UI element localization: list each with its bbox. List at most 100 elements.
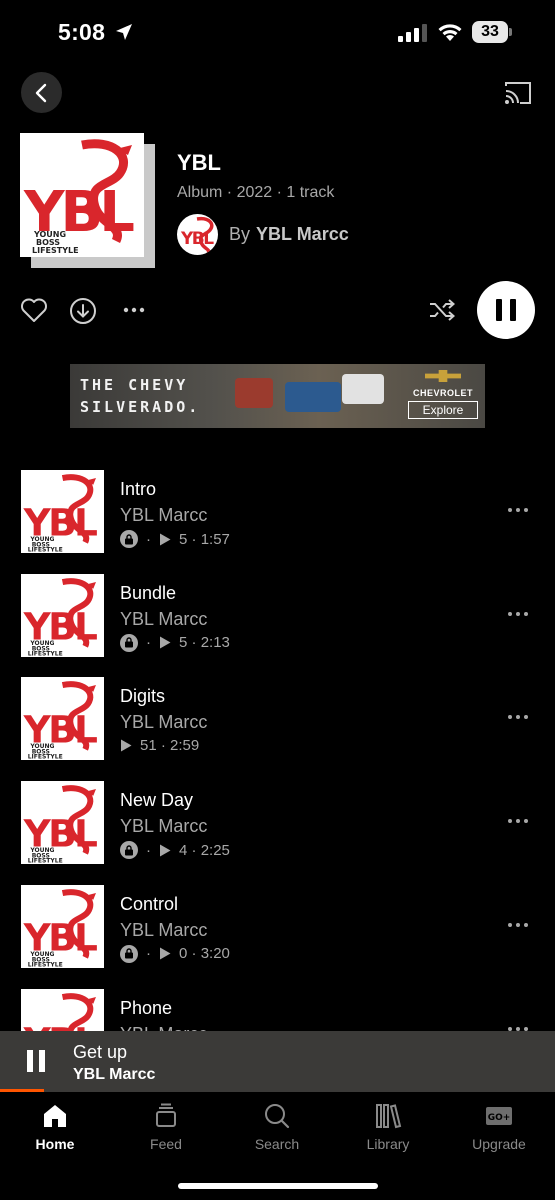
play-count: 4 <box>179 841 188 859</box>
svg-text:LIFESTYLE: LIFESTYLE <box>28 650 63 656</box>
pause-icon <box>27 1050 33 1072</box>
now-playing-title: Get up <box>73 1042 128 1062</box>
play-count: 51 <box>140 737 157 755</box>
status-bar: 5:08 33 <box>0 0 555 66</box>
artist-name: YBL Marcc <box>256 223 349 244</box>
track-meta: · 4 · 2:25 <box>120 841 230 860</box>
lock-icon <box>120 530 138 548</box>
track-duration: 2:13 <box>200 634 230 652</box>
track-title: Bundle <box>120 582 177 603</box>
tab-label: Search <box>254 1136 300 1152</box>
track-title: Digits <box>120 686 166 707</box>
more-horizontal-icon[interactable] <box>505 915 531 935</box>
meta-separator: · <box>187 945 201 963</box>
play-icon <box>160 533 171 545</box>
track-artwork: YBLYOUNGBOSSLIFESTYLE <box>21 884 104 968</box>
ad-line-2: SILVERADO. <box>80 398 201 416</box>
track-duration: 2:59 <box>170 737 200 755</box>
ad-brand: CHEVROLET Explore <box>408 370 478 419</box>
track-title: Control <box>120 893 179 914</box>
album-title: YBL <box>177 150 221 175</box>
download-icon[interactable] <box>69 297 97 325</box>
track-artist: YBL Marcc <box>120 608 208 629</box>
now-playing-artist: YBL Marcc <box>73 1066 156 1083</box>
ad-line-1: THE CHEVY <box>80 376 189 394</box>
album-cover: YBL YOUNG BOSS LIFESTYLE <box>20 133 144 257</box>
play-icon <box>121 739 132 752</box>
tab-search[interactable]: Search <box>227 1102 327 1162</box>
ad-brand-name: CHEVROLET <box>412 388 473 398</box>
track-artist: YBL Marcc <box>120 505 208 525</box>
tab-label: Home <box>35 1136 75 1152</box>
track-artist: YBL Marcc <box>120 816 208 837</box>
more-horizontal-icon[interactable] <box>505 604 531 624</box>
truck-image <box>235 378 273 408</box>
meta-separator: · <box>156 737 171 755</box>
feed-icon <box>156 1103 176 1127</box>
album-artwork[interactable]: YBL YOUNG BOSS LIFESTYLE <box>20 133 156 269</box>
play-icon <box>160 947 171 960</box>
lock-icon <box>120 944 138 963</box>
track-title: Phone <box>120 997 173 1018</box>
track-row[interactable]: YBL YOUNG BOSS LIFESTYLE Control YBL Marcc · 0 … <box>0 884 555 971</box>
track-row[interactable]: YBL YOUNG BOSS LIFESTYLE Digits YBL Marcc 51 ·… <box>0 677 555 763</box>
more-horizontal-icon[interactable] <box>505 811 531 831</box>
meta-separator: · <box>146 530 151 548</box>
library-icon <box>376 1104 402 1129</box>
meta-separator: · <box>187 634 201 652</box>
artist-avatar: YBL <box>177 213 218 255</box>
back-button[interactable] <box>21 72 62 113</box>
track-artwork: YBLYOUNGBOSSLIFESTYLE <box>21 677 104 761</box>
home-indicator <box>178 1183 378 1189</box>
battery-level: 33 <box>481 23 499 40</box>
go-plus-icon: GO+ <box>486 1107 512 1125</box>
more-horizontal-icon[interactable] <box>505 707 531 727</box>
track-row[interactable]: YBL YOUNG BOSS LIFESTYLE Intro YBL Marcc · 5 · … <box>0 470 555 556</box>
track-meta: 51 · 2:59 <box>120 737 199 754</box>
play-count: 0 <box>179 945 188 963</box>
album-meta: Album · 2022 · 1 track <box>177 184 335 201</box>
ad-banner[interactable]: THE CHEVY SILVERADO. CHEVROLET Explore <box>70 364 485 428</box>
more-horizontal-icon[interactable] <box>505 500 531 520</box>
track-row[interactable]: YBL YOUNG BOSS LIFESTYLE New Day YBL Marcc · 4 … <box>0 781 555 867</box>
meta-separator: · <box>146 945 151 963</box>
svg-text:LIFESTYLE: LIFESTYLE <box>32 246 79 255</box>
svg-text:LIFESTYLE: LIFESTYLE <box>28 754 63 760</box>
track-row[interactable]: YBL YOUNG BOSS LIFESTYLE Bundle YBL Marcc · 5 ·… <box>0 573 555 660</box>
track-meta: · 5 · 1:57 <box>120 530 230 548</box>
home-icon <box>44 1105 66 1127</box>
tab-label: Upgrade <box>472 1136 526 1152</box>
artist-link[interactable]: YBL By YBL Marcc <box>177 212 349 256</box>
meta-separator: · <box>146 841 151 859</box>
more-horizontal-icon[interactable] <box>121 300 149 320</box>
track-artwork: YBLYOUNGBOSSLIFESTYLE <box>21 470 104 553</box>
svg-text:LIFESTYLE: LIFESTYLE <box>28 858 63 864</box>
tab-feed[interactable]: Feed <box>116 1102 216 1162</box>
status-time: 5:08 <box>58 19 106 45</box>
meta-separator: · <box>187 530 201 548</box>
location-arrow-icon <box>116 24 132 40</box>
svg-text:YBL: YBL <box>180 229 214 249</box>
play-count: 5 <box>179 634 188 652</box>
meta-separator: · <box>146 634 151 652</box>
ad-explore-button[interactable]: Explore <box>408 401 478 419</box>
ybl-logo: YBL YOUNG BOSS LIFESTYLE <box>23 139 138 255</box>
track-duration: 2:25 <box>200 841 230 859</box>
pause-button[interactable] <box>477 281 535 339</box>
cast-icon[interactable] <box>503 80 533 106</box>
track-artwork: YBLYOUNGBOSSLIFESTYLE <box>21 573 104 657</box>
battery-icon: 33 <box>472 21 512 45</box>
mini-pause-button[interactable] <box>27 1050 47 1072</box>
search-icon <box>265 1104 290 1129</box>
play-icon <box>160 844 171 857</box>
heart-icon[interactable] <box>20 297 48 323</box>
tab-library[interactable]: Library <box>338 1102 438 1162</box>
ad-headline: THE CHEVY SILVERADO. <box>80 374 200 418</box>
play-count: 5 <box>179 530 188 548</box>
track-duration: 3:20 <box>200 945 230 963</box>
mini-player[interactable]: Get up YBL Marcc <box>0 1031 555 1092</box>
tab-home[interactable]: Home <box>5 1102 105 1162</box>
tab-upgrade[interactable]: GO+ Upgrade <box>449 1102 549 1162</box>
shuffle-icon[interactable] <box>428 297 456 323</box>
tab-label: Library <box>366 1136 410 1152</box>
